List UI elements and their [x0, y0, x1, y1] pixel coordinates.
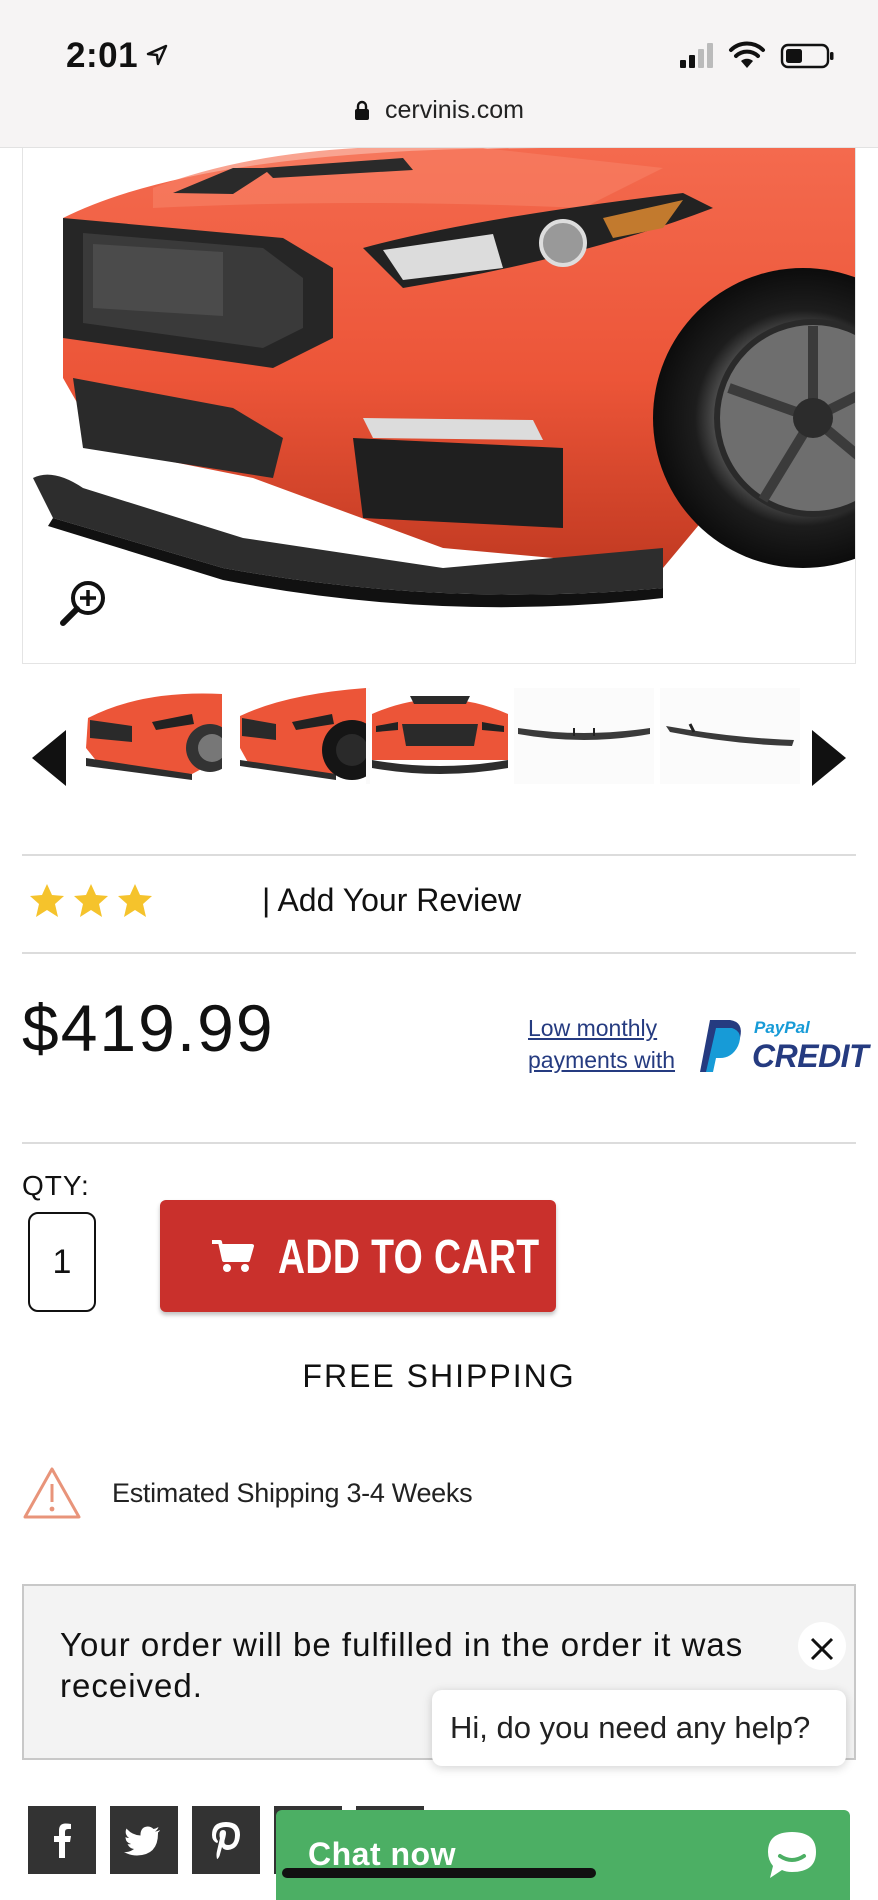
thumbnail-next-arrow-icon[interactable] [808, 728, 848, 788]
chat-greeting-bubble[interactable]: Hi, do you need any help? [432, 1690, 846, 1766]
paypal-brand-small: PayPal [754, 1018, 810, 1037]
add-review-link[interactable]: | Add Your Review [262, 882, 521, 919]
thumbnail-1[interactable] [82, 688, 222, 784]
zoom-in-icon[interactable] [58, 578, 108, 628]
address-bar[interactable]: cervinis.com [0, 96, 878, 132]
warning-icon [23, 1467, 81, 1519]
chat-bubble-icon [768, 1832, 816, 1878]
close-icon [810, 1637, 834, 1661]
battery-icon [780, 43, 834, 69]
add-to-cart-label: ADD TO CART [278, 1231, 540, 1284]
divider [22, 854, 856, 856]
divider [22, 952, 856, 954]
cellular-signal-icon [680, 43, 713, 68]
paypal-credit-banner[interactable]: Low monthly payments with PayPal CREDIT [528, 1012, 869, 1078]
thumbnail-3[interactable] [370, 688, 510, 784]
thumbnail-2[interactable] [236, 688, 376, 784]
location-arrow-icon [146, 44, 168, 66]
estimated-shipping-text: Estimated Shipping 3-4 Weeks [112, 1478, 473, 1508]
paypal-promo-text[interactable]: Low monthly payments with [528, 1012, 675, 1076]
quantity-input[interactable] [28, 1212, 96, 1312]
home-indicator[interactable] [282, 1868, 596, 1878]
product-price: $419.99 [22, 991, 275, 1065]
url-text: cervinis.com [385, 96, 524, 124]
thumbnail-4[interactable] [514, 688, 654, 784]
pinterest-share-button[interactable] [192, 1806, 260, 1874]
pinterest-icon [212, 1822, 240, 1859]
star-icon [118, 884, 152, 917]
wifi-icon [729, 41, 765, 68]
divider [22, 1142, 856, 1144]
thumbnail-5[interactable] [660, 688, 800, 784]
paypal-line-1: Low monthly [528, 1015, 658, 1041]
chat-now-bar[interactable]: Chat now [276, 1810, 850, 1900]
free-shipping-text: FREE SHIPPING [302, 1358, 576, 1394]
star-icon [74, 884, 108, 917]
twitter-icon [124, 1826, 160, 1856]
paypal-brand-credit: CREDIT [752, 1038, 869, 1074]
qty-label: QTY: [22, 1170, 90, 1201]
paypal-line-2: payments with [528, 1047, 676, 1073]
add-to-cart-button[interactable]: ADD TO CART [160, 1200, 556, 1312]
facebook-icon [54, 1823, 71, 1858]
status-bar: 2:01 cervinis.com [0, 0, 878, 148]
thumbnail-prev-arrow-icon[interactable] [30, 728, 70, 788]
star-icon [30, 884, 64, 917]
product-main-image[interactable] [22, 148, 856, 664]
facebook-share-button[interactable] [28, 1806, 96, 1874]
rating-stars [28, 882, 160, 922]
chat-close-button[interactable] [798, 1622, 846, 1670]
status-time: 2:01 [66, 36, 139, 75]
lock-icon [355, 100, 370, 120]
twitter-share-button[interactable] [110, 1806, 178, 1874]
car-front-illustration [23, 148, 855, 663]
paypal-logo-icon [700, 1020, 741, 1072]
shopping-cart-icon [212, 1240, 254, 1272]
